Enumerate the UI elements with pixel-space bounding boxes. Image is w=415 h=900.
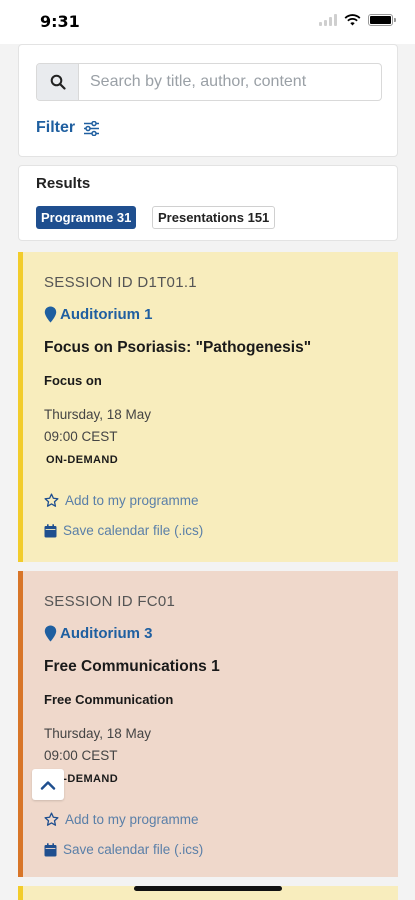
battery-icon	[368, 14, 396, 26]
add-to-programme-button[interactable]: Add to my programme	[44, 812, 199, 827]
filter-button[interactable]: Filter	[36, 119, 100, 137]
calendar-icon	[44, 842, 57, 856]
session-time: 09:00 CEST	[44, 429, 118, 444]
session-type: Focus on	[44, 373, 102, 388]
search-input[interactable]	[79, 64, 381, 100]
session-card[interactable]: SESSION ID FC01 Auditorium 3 Free Commun…	[18, 571, 398, 877]
calendar-icon	[44, 523, 57, 537]
room-label: Auditorium 3	[60, 625, 153, 642]
filter-sliders-icon	[84, 120, 100, 136]
location-pin-icon	[44, 306, 57, 323]
search-button[interactable]	[37, 64, 79, 100]
wifi-icon	[344, 14, 361, 26]
on-demand-badge: ON-DEMAND	[46, 454, 119, 466]
room-link[interactable]: Auditorium 1	[44, 306, 153, 323]
room-label: Auditorium 1	[60, 306, 153, 323]
star-outline-icon	[44, 493, 59, 507]
filter-label: Filter	[36, 119, 76, 136]
session-type: Free Communication	[44, 692, 174, 707]
status-icons	[319, 14, 396, 26]
session-title: Focus on Psoriasis: "Pathogenesis"	[44, 339, 312, 356]
tab-programme[interactable]: Programme 31	[36, 206, 137, 229]
search-panel: Filter	[18, 44, 398, 157]
save-calendar-label: Save calendar file (.ics)	[63, 523, 204, 538]
status-bar: 9:31	[0, 0, 415, 44]
room-link[interactable]: Auditorium 3	[44, 625, 153, 642]
signal-icon	[319, 14, 337, 26]
add-to-programme-label: Add to my programme	[65, 812, 199, 827]
search-box	[36, 63, 382, 101]
session-date: Thursday, 18 May	[44, 407, 152, 422]
home-indicator	[134, 886, 282, 891]
session-time: 09:00 CEST	[44, 748, 118, 763]
session-id: SESSION ID FC01	[44, 593, 176, 610]
search-icon	[50, 74, 66, 90]
save-calendar-button[interactable]: Save calendar file (.ics)	[44, 842, 203, 857]
session-date: Thursday, 18 May	[44, 726, 152, 741]
location-pin-icon	[44, 625, 57, 642]
star-outline-icon	[44, 812, 59, 826]
session-id: SESSION ID D1T01.1	[44, 274, 197, 291]
add-to-programme-label: Add to my programme	[65, 493, 199, 508]
save-calendar-button[interactable]: Save calendar file (.ics)	[44, 523, 203, 538]
chevron-up-icon	[40, 780, 56, 790]
save-calendar-label: Save calendar file (.ics)	[63, 842, 204, 857]
status-time: 9:31	[40, 12, 80, 31]
results-title: Results	[36, 175, 91, 192]
session-title: Free Communications 1	[44, 658, 220, 675]
session-card[interactable]: SESSION ID D1T01.1 Auditorium 1 Focus on…	[18, 252, 398, 562]
add-to-programme-button[interactable]: Add to my programme	[44, 493, 199, 508]
scroll-to-top-button[interactable]	[32, 769, 64, 800]
tab-presentations[interactable]: Presentations 151	[152, 206, 276, 229]
results-panel: Results Programme 31 Presentations 151	[18, 165, 398, 241]
